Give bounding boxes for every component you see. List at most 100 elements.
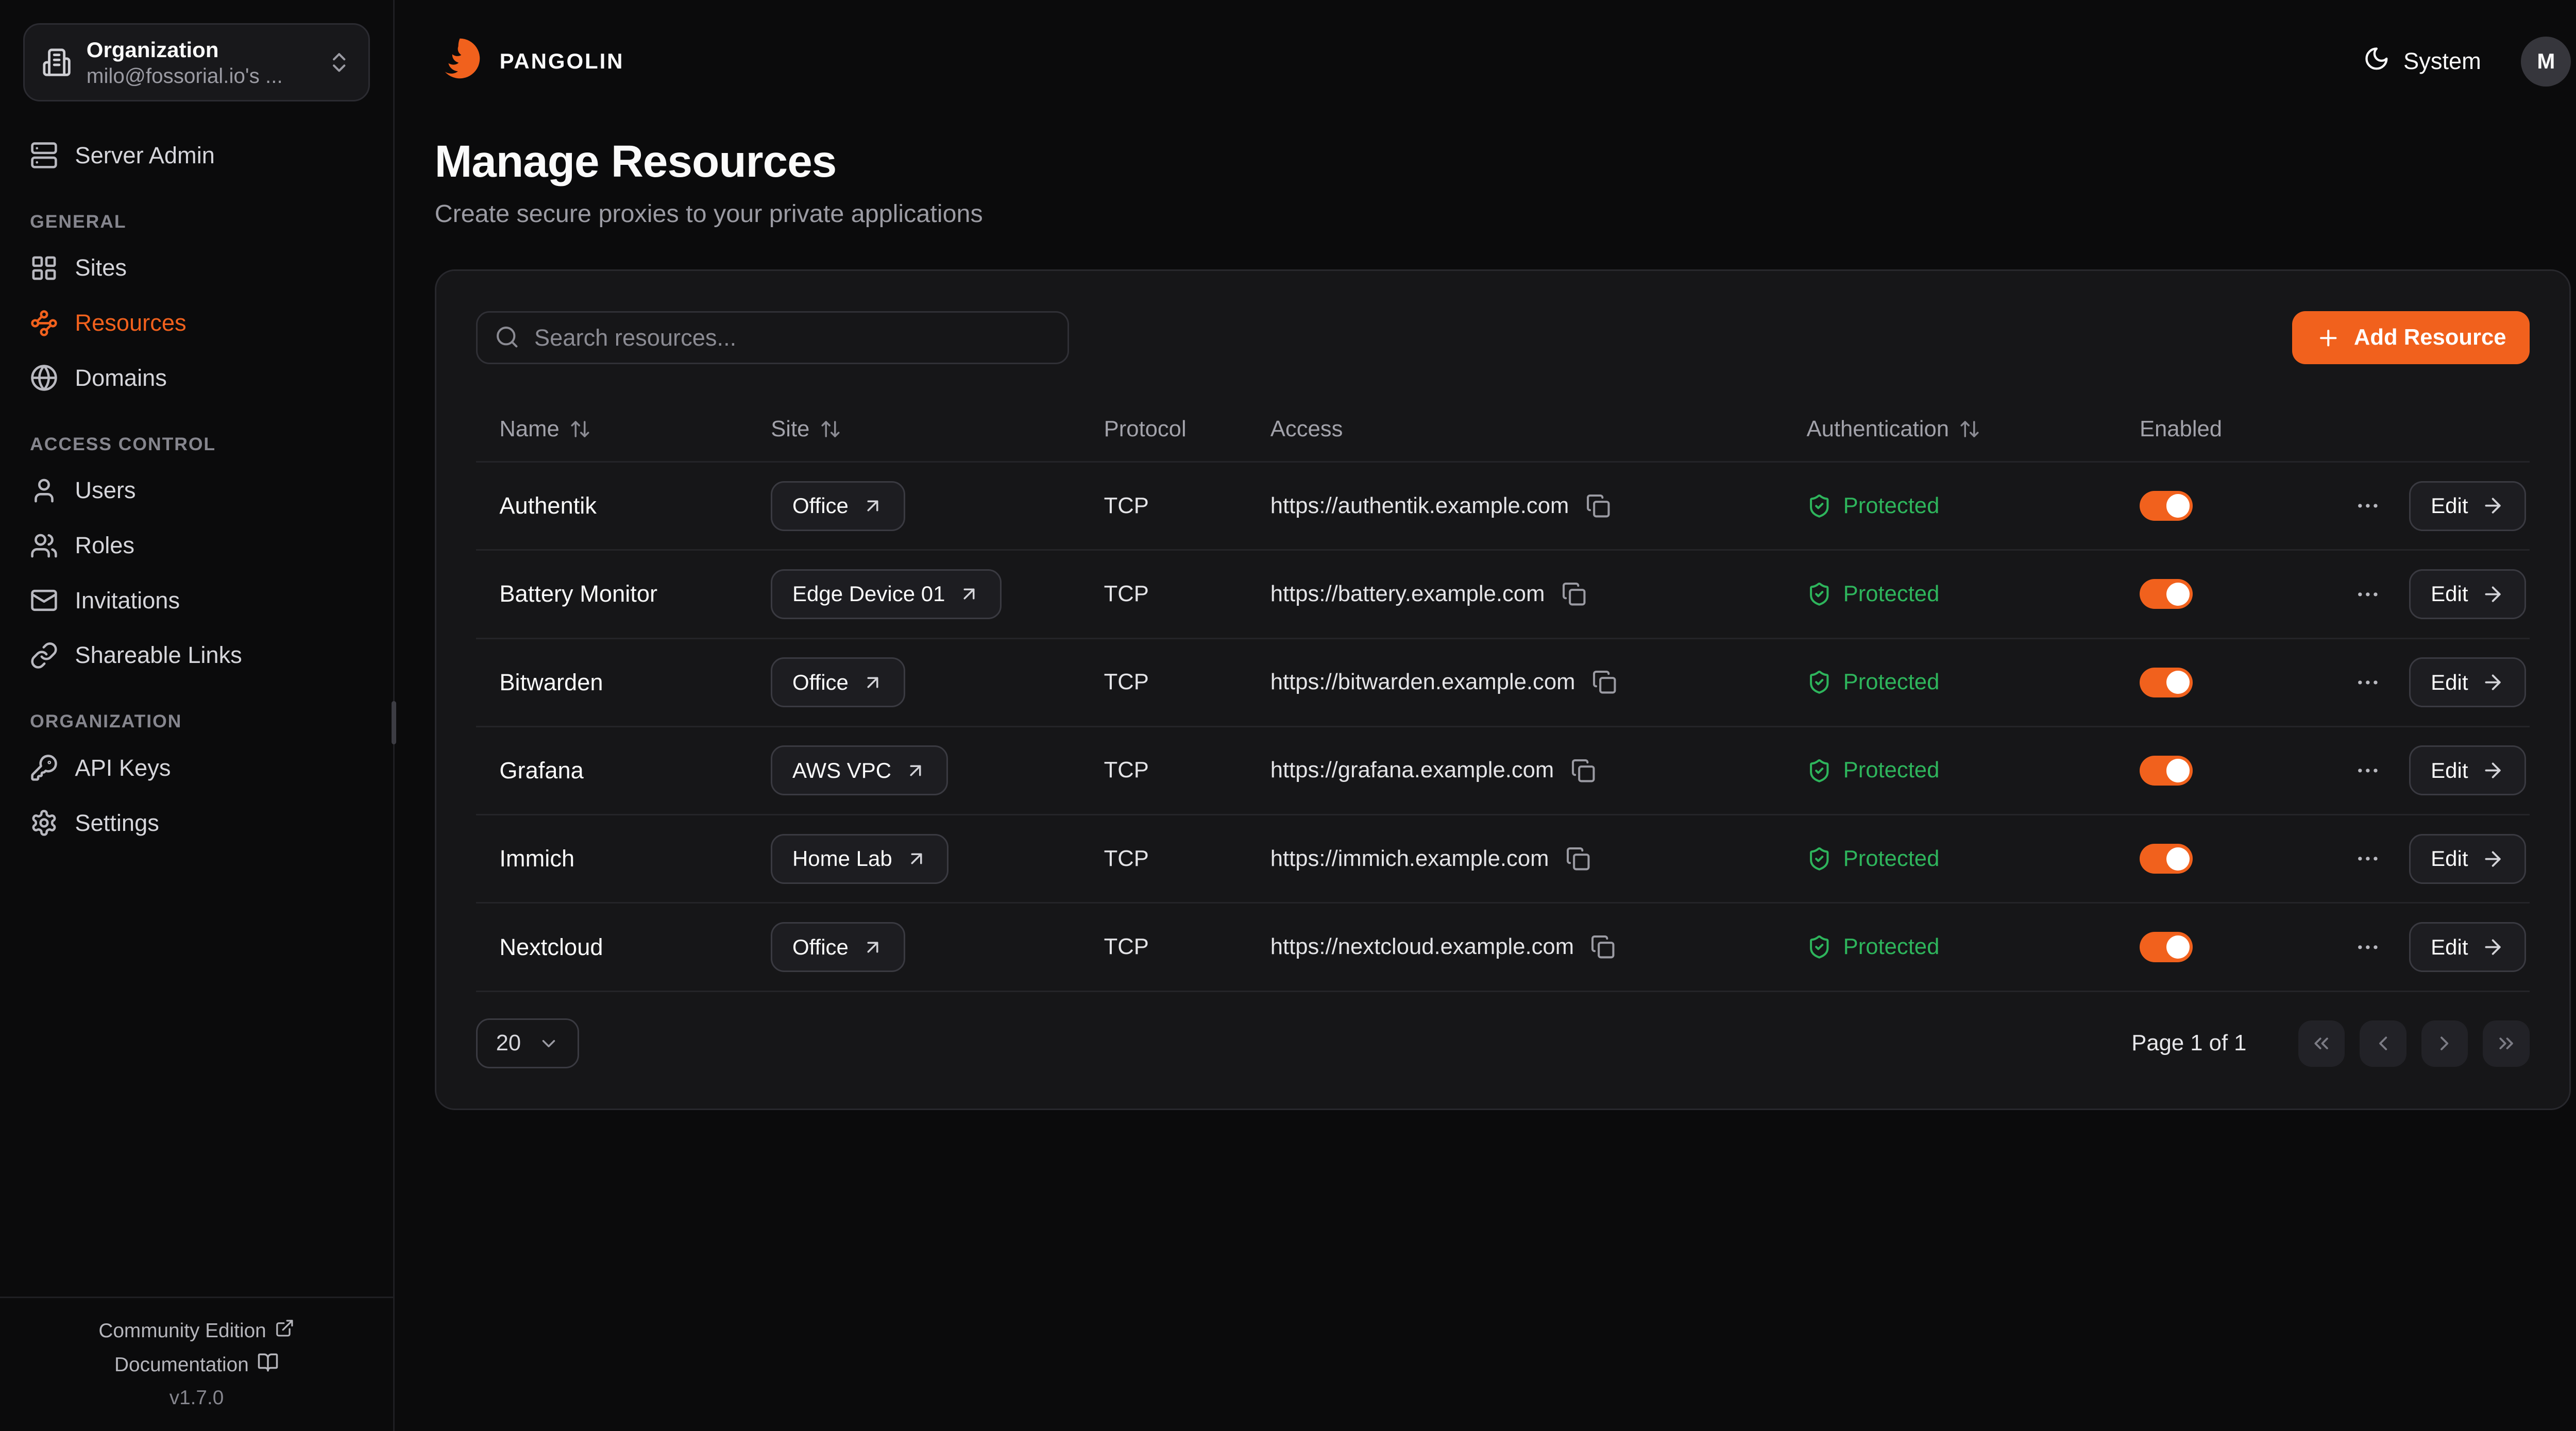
copy-icon[interactable]	[1592, 670, 1617, 694]
resources-card: Add Resource Name Site Protocol	[435, 269, 2571, 1110]
user-avatar[interactable]: M	[2521, 37, 2571, 87]
toggle-knob	[2166, 494, 2190, 517]
page-size-select[interactable]: 20	[476, 1018, 579, 1068]
next-page-button[interactable]	[2421, 1020, 2468, 1067]
site-link-button[interactable]: Edge Device 01	[771, 569, 1002, 619]
brand-name: PANGOLIN	[500, 49, 624, 74]
section-label-general: GENERAL	[10, 183, 383, 241]
org-text: Organization milo@fossorial.io's ...	[87, 37, 312, 88]
column-header-site[interactable]: Site	[748, 417, 1080, 442]
section-label-organization: ORGANIZATION	[10, 683, 383, 741]
protocol-value: TCP	[1104, 670, 1149, 695]
sidebar: Organization milo@fossorial.io's ... Ser…	[0, 0, 395, 1431]
protocol-value: TCP	[1104, 846, 1149, 872]
enabled-toggle[interactable]	[2140, 756, 2193, 786]
row-menu-button[interactable]	[2348, 574, 2388, 615]
edit-label: Edit	[2431, 670, 2468, 695]
edit-button[interactable]: Edit	[2409, 481, 2526, 531]
chevron-down-icon	[538, 1033, 560, 1054]
edit-button[interactable]: Edit	[2409, 657, 2526, 707]
link-icon	[30, 641, 58, 670]
sidebar-item-invitations[interactable]: Invitations	[13, 573, 380, 628]
arrow-up-right-icon	[905, 760, 926, 781]
shield-check-icon	[1807, 582, 1832, 606]
last-page-button[interactable]	[2483, 1020, 2529, 1067]
community-edition-label: Community Edition	[98, 1320, 266, 1342]
copy-icon[interactable]	[1562, 582, 1586, 606]
access-url: https://bitwarden.example.com	[1270, 670, 1575, 695]
site-link-button[interactable]: AWS VPC	[771, 745, 948, 795]
community-edition-link[interactable]: Community Edition	[98, 1318, 294, 1343]
sidebar-item-users[interactable]: Users	[13, 463, 380, 518]
sidebar-item-resources[interactable]: Resources	[13, 296, 380, 351]
auth-status-badge: Protected	[1807, 934, 1940, 960]
row-menu-button[interactable]	[2348, 486, 2388, 526]
arrow-right-icon	[2481, 583, 2504, 606]
edit-label: Edit	[2431, 582, 2468, 606]
theme-selector[interactable]: System	[2363, 45, 2481, 78]
enabled-toggle[interactable]	[2140, 668, 2193, 697]
row-menu-button[interactable]	[2348, 839, 2388, 879]
table-row: Battery Monitor Edge Device 01 TCP https…	[476, 549, 2530, 637]
site-link-button[interactable]: Office	[771, 481, 905, 531]
edit-button[interactable]: Edit	[2409, 834, 2526, 884]
sidebar-item-domains[interactable]: Domains	[13, 350, 380, 405]
brand[interactable]: PANGOLIN	[435, 33, 624, 90]
edit-button[interactable]: Edit	[2409, 569, 2526, 619]
page-header: Manage Resources Create secure proxies t…	[395, 113, 2576, 228]
sidebar-item-label: Invitations	[75, 587, 180, 614]
copy-icon[interactable]	[1571, 758, 1596, 783]
sidebar-resize-handle[interactable]	[392, 701, 397, 744]
org-subtitle: milo@fossorial.io's ...	[87, 63, 312, 88]
site-link-button[interactable]: Office	[771, 657, 905, 707]
site-link-button[interactable]: Home Lab	[771, 834, 948, 884]
enabled-toggle[interactable]	[2140, 579, 2193, 609]
card-footer: 20 Page 1 of 1	[476, 1018, 2530, 1068]
arrow-up-right-icon	[862, 672, 884, 693]
copy-icon[interactable]	[1590, 934, 1615, 959]
sidebar-item-label: Sites	[75, 254, 127, 281]
column-header-authentication[interactable]: Authentication	[1783, 417, 2116, 442]
table-header: Name Site Protocol Access Authenticati	[476, 398, 2530, 461]
sidebar-item-sites[interactable]: Sites	[13, 241, 380, 296]
sidebar-item-label: Settings	[75, 810, 159, 837]
sidebar-item-settings[interactable]: Settings	[13, 795, 380, 850]
page-title: Manage Resources	[435, 136, 2571, 188]
edit-button[interactable]: Edit	[2409, 922, 2526, 972]
copy-icon[interactable]	[1586, 493, 1611, 518]
edit-button[interactable]: Edit	[2409, 745, 2526, 795]
prev-page-button[interactable]	[2360, 1020, 2406, 1067]
enabled-toggle[interactable]	[2140, 844, 2193, 874]
access-url: https://nextcloud.example.com	[1270, 934, 1574, 960]
row-menu-button[interactable]	[2348, 662, 2388, 703]
shield-check-icon	[1807, 670, 1832, 694]
search-input[interactable]	[476, 311, 1069, 364]
enabled-toggle[interactable]	[2140, 932, 2193, 962]
arrow-right-icon	[2481, 935, 2504, 959]
auth-status-badge: Protected	[1807, 670, 1940, 695]
sidebar-item-roles[interactable]: Roles	[13, 518, 380, 573]
moon-icon	[2363, 45, 2390, 78]
column-header-name[interactable]: Name	[476, 417, 748, 442]
sidebar-item-api-keys[interactable]: API Keys	[13, 741, 380, 796]
first-page-button[interactable]	[2298, 1020, 2345, 1067]
enabled-toggle[interactable]	[2140, 491, 2193, 521]
column-label: Site	[771, 417, 809, 442]
row-menu-button[interactable]	[2348, 927, 2388, 967]
copy-icon[interactable]	[1566, 846, 1590, 871]
edit-label: Edit	[2431, 846, 2468, 871]
protocol-value: TCP	[1104, 758, 1149, 783]
org-switcher[interactable]: Organization milo@fossorial.io's ...	[23, 23, 370, 101]
avatar-initial: M	[2537, 49, 2555, 74]
add-resource-button[interactable]: Add Resource	[2292, 311, 2530, 364]
main-content: PANGOLIN System M Manage Resources Creat…	[395, 0, 2576, 1431]
row-menu-button[interactable]	[2348, 751, 2388, 791]
sidebar-item-label: Roles	[75, 532, 134, 559]
sidebar-footer: Community Edition Documentation v1.7.0	[0, 1297, 393, 1431]
site-link-button[interactable]: Office	[771, 922, 905, 972]
documentation-link[interactable]: Documentation	[114, 1352, 279, 1378]
sidebar-item-server-admin[interactable]: Server Admin	[13, 128, 380, 183]
arrow-right-icon	[2481, 759, 2504, 782]
access-url: https://grafana.example.com	[1270, 758, 1554, 783]
sidebar-item-shareable-links[interactable]: Shareable Links	[13, 628, 380, 683]
